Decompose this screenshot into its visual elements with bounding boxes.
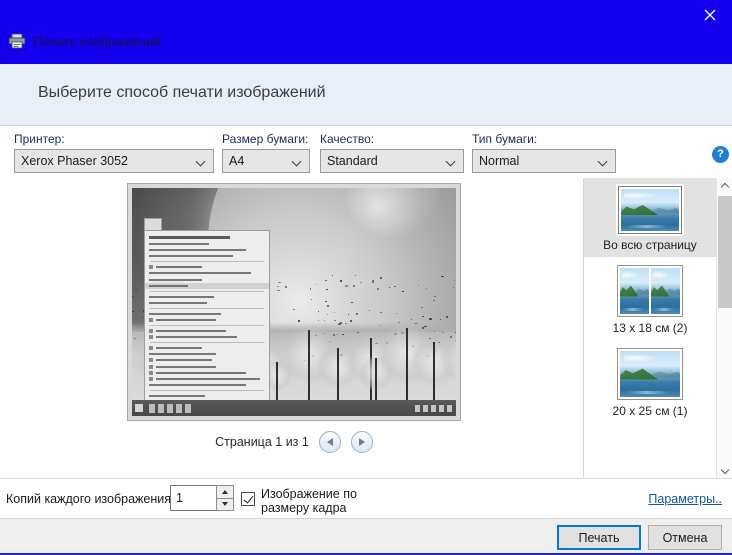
checkbox-checked-icon	[241, 492, 255, 506]
printer-label: Принтер:	[14, 132, 65, 146]
help-icon[interactable]: ?	[712, 146, 729, 163]
quality-select[interactable]: Standard	[320, 149, 464, 173]
window-title: Печать изображений	[33, 33, 161, 49]
paper-type-value: Normal	[479, 154, 520, 168]
header-band: Выберите способ печати изображений	[0, 64, 732, 126]
close-button[interactable]	[687, 0, 732, 29]
copies-input-wrap[interactable]	[170, 485, 222, 511]
layout-thumbnail	[616, 184, 684, 236]
dialog-footer: Печать Отмена	[0, 518, 732, 555]
printer-value: Xerox Phaser 3052	[21, 154, 129, 168]
scroll-down-button[interactable]	[717, 461, 732, 478]
arrow-left-icon	[326, 438, 333, 446]
scrollbar-thumb[interactable]	[718, 196, 732, 308]
page-title: Выберите способ печати изображений	[38, 84, 326, 101]
paper-size-select[interactable]: A4	[222, 149, 310, 173]
chevron-up-icon	[722, 183, 729, 190]
preview-tray	[415, 404, 452, 412]
copies-increment-button[interactable]	[216, 485, 234, 499]
fit-to-frame-checkbox[interactable]: Изображение по размеру кадра	[241, 487, 357, 515]
paper-type-select[interactable]: Normal	[472, 149, 616, 173]
printer-field: Принтер: Xerox Phaser 3052	[14, 132, 214, 173]
cancel-button-label: Отмена	[662, 530, 708, 545]
page-indicator: Страница 1 из 1	[215, 435, 309, 449]
preview-taskbar	[132, 400, 456, 416]
layout-list-panel: Во всю страницу 13 x 18 см (2) 20 x 25 см …	[583, 178, 732, 478]
print-pictures-dialog: Печать изображений Выберите способ печат…	[0, 0, 732, 555]
print-button[interactable]: Печать	[557, 525, 641, 550]
chevron-down-icon	[722, 466, 729, 473]
printer-settings-row: Принтер: Xerox Phaser 3052 Размер бумаги…	[0, 126, 732, 178]
chevron-down-icon	[293, 158, 302, 164]
layout-option[interactable]: 13 x 18 см (2)	[584, 257, 716, 340]
paper-size-field: Размер бумаги: A4	[222, 132, 310, 173]
page-navigation: Страница 1 из 1	[127, 428, 461, 456]
printer-icon	[8, 33, 26, 49]
fit-label-line2: размеру кадра	[261, 501, 347, 515]
preview-tree	[358, 355, 393, 400]
layout-list[interactable]: Во всю страницу 13 x 18 см (2) 20 x 25 см …	[584, 178, 716, 478]
next-page-button[interactable]	[350, 431, 373, 453]
preview-taskbar-items	[149, 403, 191, 413]
copies-label: Копий каждого изображения:	[6, 492, 175, 506]
paper-type-label: Тип бумаги:	[472, 132, 538, 146]
scroll-up-button[interactable]	[717, 178, 732, 195]
paper-size-value: A4	[229, 154, 245, 168]
paper-type-field: Тип бумаги: Normal	[472, 132, 616, 173]
layout-option[interactable]: 20 x 25 см (1)	[584, 340, 716, 423]
cancel-button[interactable]: Отмена	[648, 525, 722, 550]
layout-thumbnail	[617, 265, 683, 317]
preview-tree	[439, 331, 456, 400]
print-preview	[127, 183, 461, 421]
preview-context-menu	[144, 230, 270, 416]
chevron-down-icon	[599, 158, 608, 164]
print-button-label: Печать	[578, 530, 620, 545]
layout-option-label: 13 x 18 см (2)	[612, 321, 688, 335]
triangle-down-icon	[222, 502, 228, 507]
quality-value: Standard	[327, 154, 378, 168]
layout-option-label: Во всю страницу	[603, 238, 697, 252]
layout-option-label: 20 x 25 см (1)	[612, 404, 688, 418]
quality-field: Качество: Standard	[320, 132, 464, 173]
layout-scrollbar[interactable]	[716, 178, 732, 478]
dialog-body: Принтер: Xerox Phaser 3052 Размер бумаги…	[0, 126, 732, 478]
preview-pane: Страница 1 из 1	[0, 178, 583, 478]
close-icon	[704, 9, 716, 21]
preview-image	[132, 188, 456, 416]
options-row: Копий каждого изображения: Изображение п…	[0, 478, 732, 519]
chevron-down-icon	[447, 158, 456, 164]
copies-input[interactable]	[171, 485, 221, 511]
chevron-down-icon	[197, 158, 206, 164]
layout-thumbnail	[617, 348, 683, 400]
triangle-up-icon	[222, 489, 228, 494]
fit-to-frame-label: Изображение по размеру кадра	[261, 487, 357, 515]
help-glyph: ?	[717, 148, 724, 160]
previous-page-button[interactable]	[318, 431, 341, 453]
preview-start-icon	[135, 404, 143, 412]
fit-label-line1: Изображение по	[261, 487, 357, 501]
quality-label: Качество:	[320, 132, 375, 146]
title-bar: Печать изображений	[0, 0, 732, 64]
copies-decrement-button[interactable]	[216, 498, 234, 511]
arrow-right-icon	[358, 438, 365, 446]
paper-size-label: Размер бумаги:	[222, 132, 309, 146]
title-bar-content: Печать изображений	[8, 33, 161, 49]
layout-option[interactable]: Во всю страницу	[584, 178, 716, 257]
printer-select[interactable]: Xerox Phaser 3052	[14, 149, 214, 173]
options-link[interactable]: Параметры..	[648, 492, 722, 506]
copies-stepper[interactable]	[216, 485, 234, 511]
